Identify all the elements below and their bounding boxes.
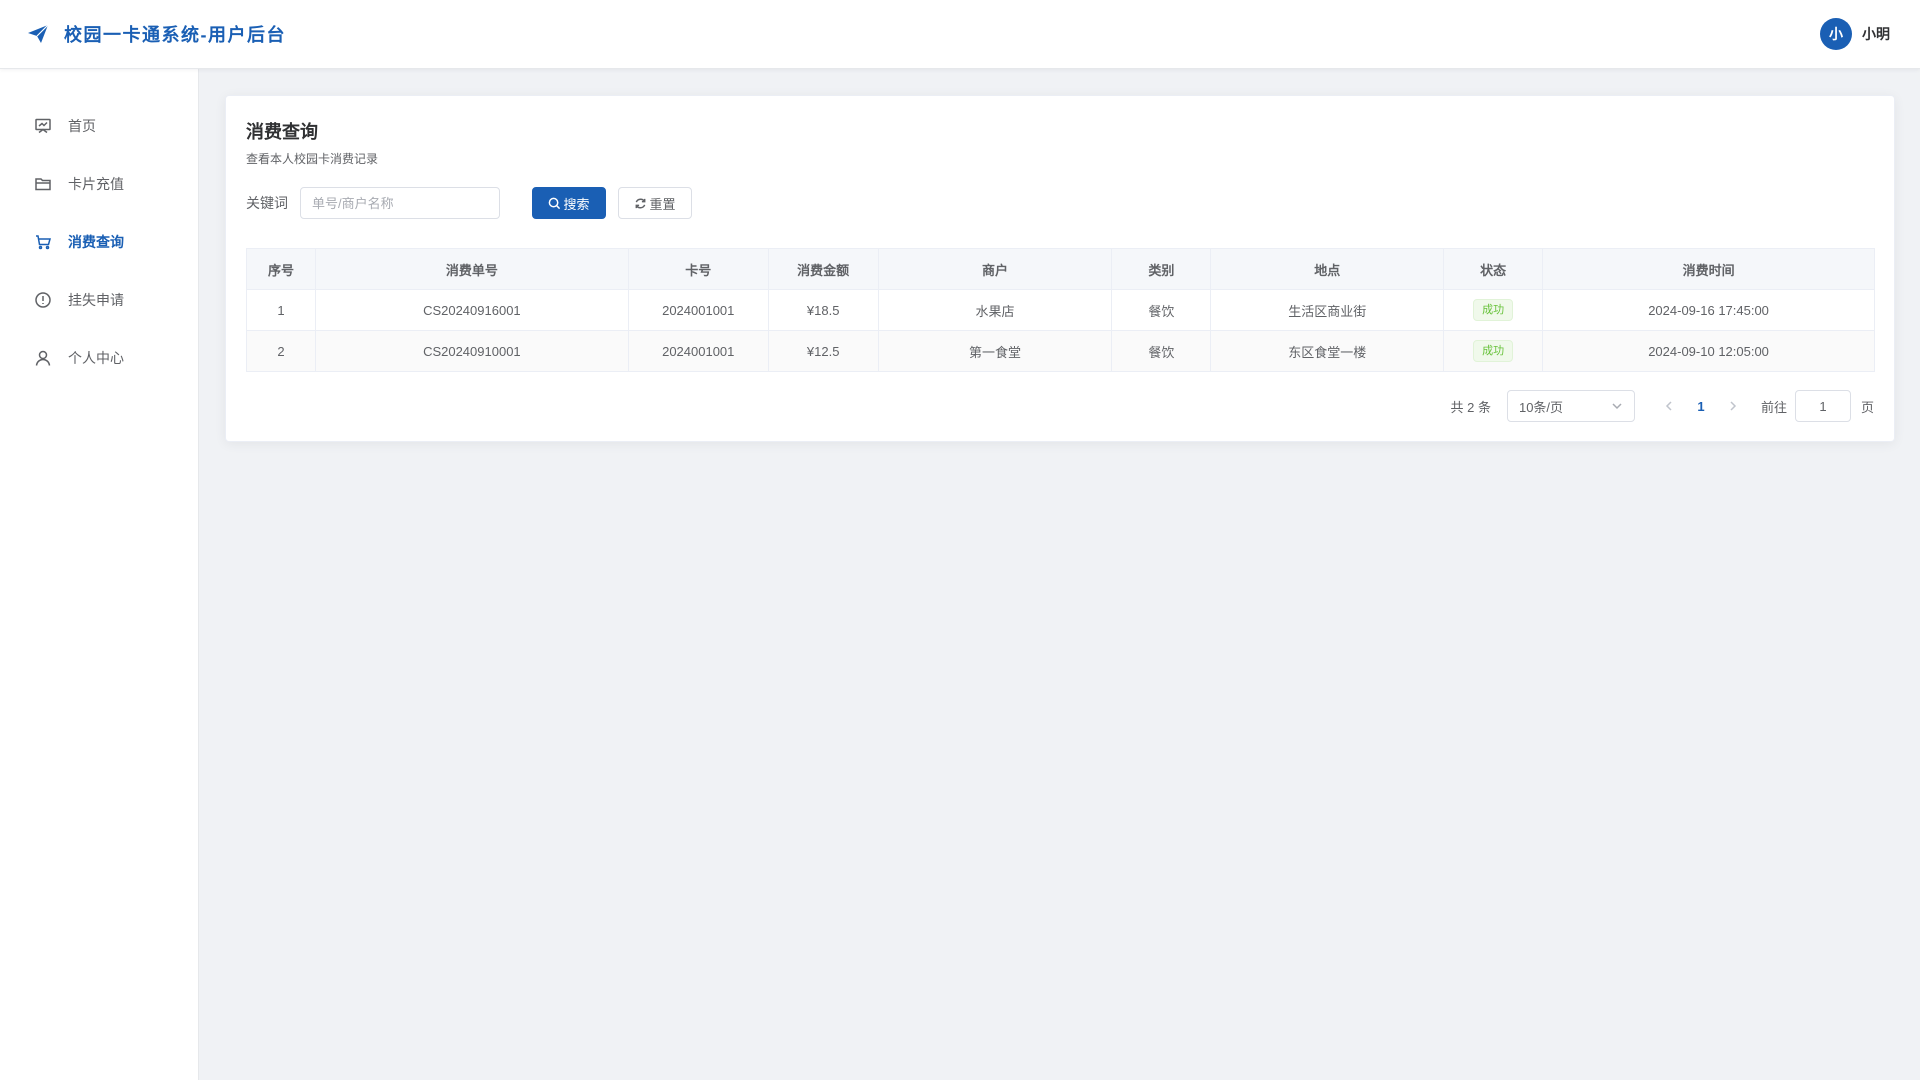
cell-card-no: 2024001001 xyxy=(627,330,769,372)
folder-icon xyxy=(35,178,51,191)
cell-time: 2024-09-10 12:05:00 xyxy=(1542,330,1875,372)
sidebar-item-label: 个人中心 xyxy=(68,350,124,366)
reset-button[interactable]: 重置 xyxy=(618,187,692,219)
cell-category: 餐饮 xyxy=(1111,330,1212,372)
search-button-label: 搜索 xyxy=(563,196,590,212)
warning-circle-icon xyxy=(35,292,51,308)
chevron-down-icon xyxy=(1612,403,1622,410)
goto-page-input[interactable] xyxy=(1794,390,1851,422)
sidebar-item-recharge[interactable]: 卡片充值 xyxy=(0,155,198,213)
table-row[interactable]: 1 CS20240916001 2024001001 ¥18.5 水果店 餐饮 … xyxy=(246,289,1875,331)
sidebar-item-profile[interactable]: 个人中心 xyxy=(0,329,198,387)
username[interactable]: 小明 xyxy=(1862,24,1890,44)
app-title: 校园一卡通系统-用户后台 xyxy=(64,25,286,45)
cell-order-no: CS20240910001 xyxy=(314,330,629,372)
chevron-left-icon xyxy=(1665,401,1672,411)
page-size-value: 10条/页 xyxy=(1518,399,1564,415)
search-form: 关键词 搜索 重置 xyxy=(246,187,1874,219)
page-number-current[interactable]: 1 xyxy=(1685,399,1717,414)
dashboard-icon xyxy=(35,118,51,134)
cell-time: 2024-09-16 17:45:00 xyxy=(1542,289,1875,331)
column-header[interactable]: 状态 xyxy=(1443,248,1544,290)
cell-location: 生活区商业街 xyxy=(1210,289,1445,331)
column-header[interactable]: 消费金额 xyxy=(767,248,879,290)
pagination-total: 共 2 条 xyxy=(1450,399,1491,415)
consumption-table: 序号 消费单号 卡号 消费金额 商户 类别 地点 状态 消费时间 1 CS202… xyxy=(246,248,1875,372)
column-header[interactable]: 卡号 xyxy=(627,248,769,290)
cell-amount: ¥18.5 xyxy=(767,289,879,331)
sidebar-item-label: 挂失申请 xyxy=(68,292,124,308)
sidebar-item-label: 首页 xyxy=(68,118,96,134)
cell-merchant: 水果店 xyxy=(877,289,1113,331)
cell-category: 餐饮 xyxy=(1111,289,1212,331)
status-badge: 成功 xyxy=(1473,299,1514,321)
page-title: 消费查询 xyxy=(246,122,318,142)
prev-page-button[interactable] xyxy=(1659,401,1679,411)
next-page-button[interactable] xyxy=(1723,401,1743,411)
top-header: 校园一卡通系统-用户后台 小 小明 xyxy=(0,0,1920,69)
keyword-label: 关键词 xyxy=(246,195,288,211)
reset-button-label: 重置 xyxy=(649,196,676,212)
sidebar: 首页 卡片充值 消费查询 挂失申请 个人中心 xyxy=(0,69,199,1080)
cell-order-no: CS20240916001 xyxy=(314,289,629,331)
paper-plane-icon xyxy=(28,24,49,43)
cell-index: 1 xyxy=(246,289,316,331)
sidebar-item-consumption[interactable]: 消费查询 xyxy=(0,213,198,271)
sidebar-item-report-loss[interactable]: 挂失申请 xyxy=(0,271,198,329)
page-subtitle: 查看本人校园卡消费记录 xyxy=(246,152,379,166)
status-badge: 成功 xyxy=(1473,340,1514,362)
sidebar-item-home[interactable]: 首页 xyxy=(0,97,198,155)
search-icon xyxy=(549,197,561,209)
search-button[interactable]: 搜索 xyxy=(532,187,606,219)
column-header[interactable]: 地点 xyxy=(1210,248,1445,290)
cell-merchant: 第一食堂 xyxy=(877,330,1113,372)
refresh-icon xyxy=(636,198,646,208)
cell-status: 成功 xyxy=(1443,289,1544,331)
avatar[interactable]: 小 xyxy=(1820,18,1852,50)
chevron-right-icon xyxy=(1730,401,1737,411)
cell-amount: ¥12.5 xyxy=(767,330,879,372)
keyword-input[interactable] xyxy=(300,187,500,219)
pagination: 共 2 条 10条/页 1 前往 页 xyxy=(1450,390,1874,422)
column-header[interactable]: 类别 xyxy=(1111,248,1212,290)
column-header[interactable]: 序号 xyxy=(246,248,316,290)
column-header[interactable]: 商户 xyxy=(877,248,1113,290)
goto-label: 前往 xyxy=(1760,399,1787,415)
user-menu[interactable]: 小 小明 xyxy=(1820,18,1890,50)
cell-status: 成功 xyxy=(1443,330,1544,372)
sidebar-item-label: 卡片充值 xyxy=(68,176,124,192)
brand[interactable]: 校园一卡通系统-用户后台 xyxy=(26,21,286,47)
cell-card-no: 2024001001 xyxy=(627,289,769,331)
cell-location: 东区食堂一楼 xyxy=(1210,330,1445,372)
table-row[interactable]: 2 CS20240910001 2024001001 ¥12.5 第一食堂 餐饮… xyxy=(246,330,1875,372)
table-header-row: 序号 消费单号 卡号 消费金额 商户 类别 地点 状态 消费时间 xyxy=(246,248,1875,290)
consumption-card: 消费查询 查看本人校园卡消费记录 关键词 搜索 重置 序号 消费单号 卡号 消费… xyxy=(225,95,1895,442)
cell-index: 2 xyxy=(246,330,316,372)
user-icon xyxy=(35,350,51,366)
column-header[interactable]: 消费单号 xyxy=(314,248,629,290)
sidebar-item-label: 消费查询 xyxy=(68,234,124,250)
page-size-select[interactable]: 10条/页 xyxy=(1506,390,1635,422)
page-suffix: 页 xyxy=(1860,399,1874,415)
cart-icon xyxy=(36,235,51,250)
column-header[interactable]: 消费时间 xyxy=(1542,248,1875,290)
